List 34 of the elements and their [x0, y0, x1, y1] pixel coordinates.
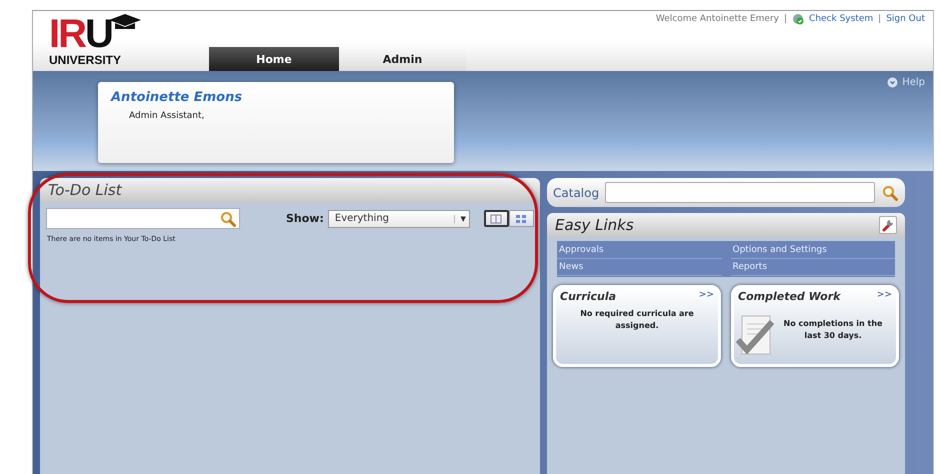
- catalog-label: Catalog: [553, 186, 600, 200]
- globe-check-icon: [792, 13, 804, 25]
- widget-message: No completions in the last 30 days.: [782, 318, 884, 342]
- help-link[interactable]: Help: [887, 77, 925, 88]
- show-label: Show:: [286, 212, 324, 225]
- widget-title: Completed Work: [738, 290, 840, 303]
- help-icon: [887, 77, 898, 88]
- easy-link[interactable]: News: [557, 259, 722, 276]
- widget-message: No required curricula are assigned.: [579, 308, 695, 332]
- user-name: Antoinette Emons: [111, 90, 242, 105]
- welcome-text: Welcome Antoinette Emery: [656, 14, 779, 24]
- separator-text: |: [878, 14, 882, 24]
- easy-link[interactable]: Approvals: [557, 242, 722, 259]
- university-logo: IRU UNIVERSITY: [49, 14, 147, 68]
- wrench-button[interactable]: [879, 216, 897, 234]
- search-icon: [220, 210, 236, 226]
- list-view-icon: [490, 214, 502, 224]
- catalog-search-field[interactable]: [605, 182, 875, 203]
- easy-link[interactable]: Options and Settings: [730, 242, 895, 259]
- panel-title: Easy Links: [555, 216, 634, 234]
- easy-link[interactable]: Reports: [730, 259, 895, 276]
- more-link[interactable]: >>: [698, 290, 714, 300]
- panel-title: To-Do List: [48, 181, 122, 199]
- sign-out-link[interactable]: Sign Out: [886, 14, 925, 24]
- more-link[interactable]: >>: [876, 290, 892, 300]
- search-button[interactable]: [881, 184, 899, 202]
- grid-view-icon: [515, 214, 528, 224]
- search-field[interactable]: [46, 208, 240, 229]
- widget-title: Curricula: [560, 290, 616, 303]
- separator-text: |: [784, 14, 788, 24]
- list-view-button[interactable]: [484, 210, 509, 227]
- user-role: Admin Assistant,: [129, 111, 204, 121]
- nav-tab[interactable]: Home: [209, 47, 339, 71]
- check-system-link[interactable]: Check System: [809, 14, 874, 24]
